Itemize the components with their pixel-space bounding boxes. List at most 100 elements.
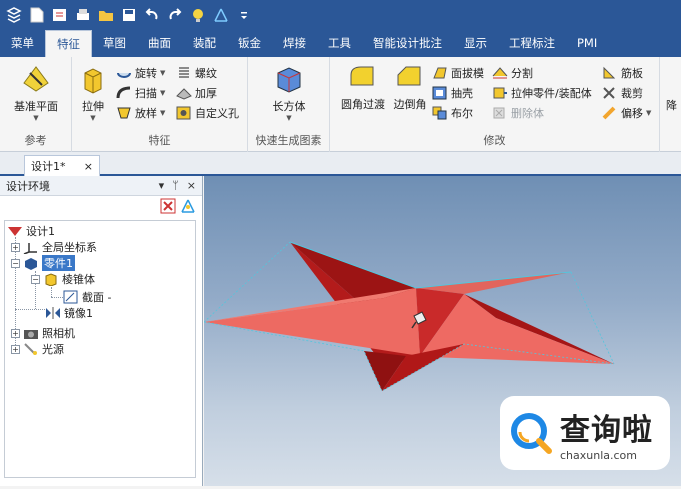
- tree-item-label: 设计1: [26, 225, 55, 238]
- tab-surface[interactable]: 曲面: [137, 30, 182, 57]
- close-icon[interactable]: ×: [187, 179, 196, 192]
- stretch-part-label: 拉伸零件/装配体: [511, 87, 592, 100]
- customize-dropdown-icon[interactable]: [234, 5, 254, 25]
- stretch-part-button[interactable]: 拉伸零件/装配体: [492, 85, 592, 101]
- tree-item-label: 照相机: [42, 327, 75, 340]
- datum-plane-label: 基准平面: [14, 100, 58, 113]
- expand-icon[interactable]: +: [11, 328, 20, 338]
- custom-hole-icon: [176, 106, 191, 120]
- lightbulb-icon[interactable]: [188, 5, 208, 25]
- fillet-icon: [350, 66, 374, 86]
- panel-dropdown-icon[interactable]: ▾: [159, 179, 165, 192]
- loft-label: 放样: [135, 107, 157, 120]
- tab-weld[interactable]: 焊接: [272, 30, 317, 57]
- chamfer-label: 边倒角: [393, 98, 427, 111]
- extrude-icon: [84, 68, 102, 94]
- loft-button[interactable]: 放样 ▼: [116, 105, 165, 121]
- pin-icon[interactable]: ᛘ: [172, 179, 179, 192]
- coordinate-system-icon: [23, 243, 37, 254]
- thread-button[interactable]: 螺纹: [176, 65, 217, 81]
- offset-button[interactable]: 偏移 ▼: [602, 105, 651, 121]
- trim-button[interactable]: 裁剪: [602, 85, 643, 101]
- tree-item-design[interactable]: 设计1: [7, 223, 55, 239]
- loft-icon: [117, 107, 131, 119]
- shell-button[interactable]: 抽壳: [432, 85, 473, 101]
- chevron-down-icon: ▼: [160, 89, 166, 97]
- tab-drawing-annotation[interactable]: 工程标注: [498, 30, 566, 57]
- tab-sketch[interactable]: 草图: [92, 30, 137, 57]
- tree-item-section[interactable]: 截面 -: [63, 289, 111, 305]
- fillet-button[interactable]: 圆角过渡: [336, 63, 390, 112]
- more-button[interactable]: 降: [666, 97, 677, 113]
- ribbon-tab-bar: 菜单 特征 草图 曲面 装配 钣金 焊接 工具 智能设计批注 显示 工程标注 P…: [0, 30, 681, 57]
- expand-icon[interactable]: +: [11, 242, 20, 252]
- tree-item-label: 光源: [42, 343, 64, 356]
- new-file-icon[interactable]: [27, 5, 47, 25]
- tree-item-label: 零件1: [42, 255, 75, 271]
- tree-item-mirror[interactable]: 镜像1: [45, 305, 93, 321]
- split-button[interactable]: 分割: [492, 65, 533, 81]
- print-icon[interactable]: [73, 5, 93, 25]
- app-logo-icon[interactable]: [4, 5, 24, 25]
- group-modify-label: 修改: [483, 134, 506, 147]
- tab-sheet-metal[interactable]: 钣金: [227, 30, 272, 57]
- tree-item-global-coordinate[interactable]: + 全局坐标系: [11, 239, 97, 255]
- tree-item-pyramid[interactable]: − 棱锥体: [31, 271, 95, 287]
- rib-button[interactable]: 筋板: [602, 65, 643, 81]
- triball-icon[interactable]: [180, 198, 196, 214]
- document-tab[interactable]: 设计1* ×: [24, 155, 100, 176]
- tree-item-camera[interactable]: + 照相机: [11, 325, 75, 341]
- open-folder-icon[interactable]: [96, 5, 116, 25]
- tab-feature[interactable]: 特征: [45, 30, 92, 57]
- rib-icon: [603, 66, 616, 79]
- undo-icon[interactable]: [142, 5, 162, 25]
- delete-body-button[interactable]: 删除体: [492, 105, 544, 121]
- tree-item-part[interactable]: − 零件1: [11, 255, 75, 271]
- draft-button[interactable]: 面拔模: [432, 65, 484, 81]
- extrude-label: 拉伸: [82, 100, 104, 113]
- split-label: 分割: [511, 67, 533, 80]
- collapse-icon[interactable]: −: [31, 274, 40, 284]
- sweep-button[interactable]: 扫描 ▼: [116, 85, 165, 101]
- expand-icon[interactable]: +: [11, 344, 20, 354]
- boolean-button[interactable]: 布尔: [432, 105, 473, 121]
- tab-display[interactable]: 显示: [453, 30, 498, 57]
- sweep-icon: [116, 86, 131, 99]
- thicken-button[interactable]: 加厚: [176, 85, 217, 101]
- chamfer-icon: [397, 66, 421, 86]
- chamfer-button[interactable]: 边倒角: [388, 63, 432, 112]
- offset-icon: [602, 106, 616, 120]
- thicken-label: 加厚: [195, 87, 217, 100]
- delete-icon[interactable]: [160, 198, 176, 214]
- watermark-title: 查询啦: [560, 412, 653, 448]
- thread-icon: [179, 67, 189, 78]
- draft-icon: [433, 67, 447, 79]
- redo-icon[interactable]: [165, 5, 185, 25]
- star-face: [416, 272, 571, 294]
- tree-item-label: 全局坐标系: [42, 241, 97, 254]
- box-button[interactable]: 长方体 ▼: [264, 63, 314, 122]
- group-reference: 基准平面 ▼ 参考: [0, 57, 72, 152]
- close-icon[interactable]: ×: [84, 160, 93, 173]
- tab-tools[interactable]: 工具: [317, 30, 362, 57]
- tab-assembly[interactable]: 装配: [182, 30, 227, 57]
- delete-body-label: 删除体: [511, 107, 544, 120]
- tab-pmi[interactable]: PMI: [566, 30, 608, 57]
- tab-smart-annotation[interactable]: 智能设计批注: [362, 30, 453, 57]
- chevron-down-icon: ▼: [90, 114, 96, 122]
- datum-plane-button[interactable]: 基准平面 ▼: [6, 63, 66, 122]
- new-design-icon[interactable]: [50, 5, 70, 25]
- rotate-button[interactable]: 旋转 ▼: [116, 65, 165, 81]
- quick-access-toolbar: [0, 0, 681, 30]
- save-icon[interactable]: [119, 5, 139, 25]
- tab-menu[interactable]: 菜单: [0, 30, 45, 57]
- ribbon-panel: 基准平面 ▼ 参考 拉伸 ▼ 旋转 ▼ 扫描 ▼ 放样 ▼ 螺纹 加厚 自定义孔…: [0, 57, 681, 152]
- group-feature: 拉伸 ▼ 旋转 ▼ 扫描 ▼ 放样 ▼ 螺纹 加厚 自定义孔 特征: [72, 57, 248, 152]
- shell-label: 抽壳: [451, 87, 473, 100]
- extrude-button[interactable]: 拉伸 ▼: [78, 63, 108, 122]
- tree-item-light[interactable]: + 光源: [11, 341, 64, 357]
- triball-icon[interactable]: [211, 5, 231, 25]
- collapse-icon[interactable]: −: [11, 258, 20, 268]
- trim-label: 裁剪: [621, 87, 643, 100]
- custom-hole-button[interactable]: 自定义孔: [176, 105, 239, 121]
